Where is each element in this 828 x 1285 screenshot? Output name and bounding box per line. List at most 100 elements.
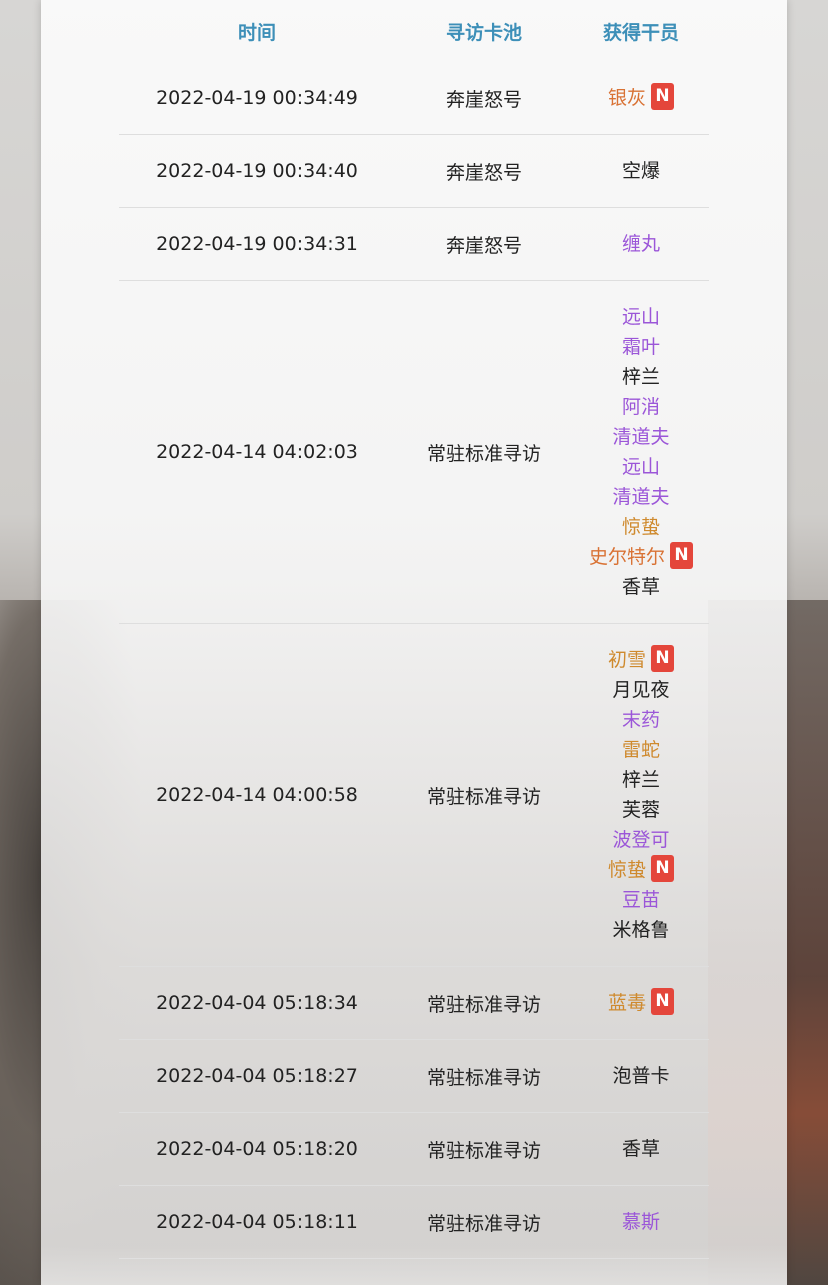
operator-name: 阿消: [621, 396, 660, 418]
operator-entry: 远山: [622, 302, 660, 332]
table-row: 2022-04-19 00:34:31 奔崖怒号 缠丸: [119, 208, 709, 281]
header-time: 时间: [237, 21, 276, 44]
operator-name: 梓兰: [621, 769, 660, 791]
cell-operators: 泡普卡: [573, 1061, 709, 1091]
operator-entry: 梓兰: [622, 765, 660, 795]
operator-name: 史尔特尔: [588, 546, 665, 568]
operator-name: 慕斯: [621, 1211, 660, 1233]
operator-entry: 蓝毒 N: [608, 988, 674, 1018]
operator-name: 空爆: [621, 160, 660, 182]
operator-entry: 波登可: [612, 825, 669, 855]
cell-time: 2022-04-14 04:02:03: [156, 441, 358, 463]
operator-name: 香草: [621, 576, 660, 598]
new-badge: N: [651, 855, 674, 882]
table-header: 时间 寻访卡池 获得干员: [119, 0, 709, 62]
cell-operators: 香草: [573, 1134, 709, 1164]
operator-entry: 月见夜: [612, 675, 669, 705]
operator-name: 月见夜: [612, 679, 670, 701]
operator-entry: 梓兰: [622, 362, 660, 392]
operator-entry: 阿消: [622, 392, 660, 422]
cell-time: 2022-04-19 00:34:49: [156, 87, 358, 109]
header-operator: 获得干员: [602, 21, 679, 44]
operator-name: 清道夫: [612, 426, 670, 448]
cell-pool: 常驻标准寻访: [426, 1139, 541, 1162]
cell-time: 2022-04-04 05:18:27: [156, 1065, 358, 1087]
gacha-history-table: 时间 寻访卡池 获得干员 2022-04-19 00:34:49 奔崖怒号 银灰 N 2…: [119, 0, 709, 1285]
header-pool: 寻访卡池: [445, 21, 522, 44]
cell-pool: 常驻标准寻访: [426, 785, 541, 808]
table-row: 2022-04-14 04:02:03 常驻标准寻访 远山 霜叶 梓兰 阿消 清道夫 远山 清道…: [119, 281, 709, 624]
new-badge: N: [651, 83, 674, 110]
operator-name: 雷蛇: [621, 739, 660, 761]
cell-operators: 初雪 N 月见夜 末药 雷蛇 梓兰 芙蓉 波登可 惊蛰 N 豆苗 米格鲁: [573, 645, 709, 945]
operator-entry: 米格鲁: [612, 915, 669, 945]
table-row: 2022-04-04 05:18:34 常驻标准寻访 蓝毒 N: [119, 967, 709, 1040]
operator-entry: 远山: [622, 452, 660, 482]
cell-operators: 空爆: [573, 156, 709, 186]
operator-name: 末药: [621, 709, 660, 731]
cell-pool: 奔崖怒号: [445, 88, 522, 111]
cell-operators: 古米: [573, 1280, 709, 1285]
cell-pool: 常驻标准寻访: [426, 993, 541, 1016]
operator-entry: 银灰 N: [608, 83, 674, 113]
cell-time: 2022-04-19 00:34:40: [156, 160, 358, 182]
cell-pool: 常驻标准寻访: [426, 1066, 541, 1089]
operator-name: 古米: [622, 1280, 660, 1285]
gacha-history-panel: 时间 寻访卡池 获得干员 2022-04-19 00:34:49 奔崖怒号 银灰 N 2…: [41, 0, 787, 1285]
operator-name: 芙蓉: [621, 799, 660, 821]
operator-entry: 清道夫: [612, 482, 669, 512]
operator-entry: 初雪 N: [608, 645, 674, 675]
operator-name: 初雪: [607, 649, 646, 671]
operator-entry: 末药: [622, 705, 660, 735]
table-row: 2022-04-04 05:18:27 常驻标准寻访 泡普卡: [119, 1040, 709, 1113]
operator-name: 缠丸: [621, 233, 660, 255]
operator-entry: 慕斯: [622, 1207, 660, 1237]
operator-entry: 雷蛇: [622, 735, 660, 765]
operator-entry: 古米: [622, 1280, 660, 1285]
operator-name: 霜叶: [621, 336, 660, 358]
cell-pool: 奔崖怒号: [445, 234, 522, 257]
operator-entry: 芙蓉: [622, 795, 660, 825]
cell-operators: 缠丸: [573, 229, 709, 259]
new-badge: N: [670, 542, 693, 569]
cell-pool: 常驻标准寻访: [426, 442, 541, 465]
cell-time: 2022-04-04 05:18:11: [156, 1211, 358, 1233]
cell-operators: 远山 霜叶 梓兰 阿消 清道夫 远山 清道夫 惊蛰 史尔特尔 N 香草: [573, 302, 709, 602]
operator-entry: 霜叶: [622, 332, 660, 362]
cell-pool: 奔崖怒号: [445, 161, 522, 184]
operator-entry: 惊蛰: [622, 512, 660, 542]
table-row: 2022-04-04 05:18:05常驻标准寻访古米: [119, 1259, 709, 1285]
cell-time: 2022-04-04 05:18:34: [156, 992, 358, 1014]
operator-entry: 泡普卡: [612, 1061, 669, 1091]
operator-name: 豆苗: [621, 889, 660, 911]
cell-operators: 蓝毒 N: [573, 988, 709, 1018]
table-body: 2022-04-19 00:34:49 奔崖怒号 银灰 N 2022-04-19 00:…: [119, 62, 709, 1285]
operator-entry: 空爆: [622, 156, 660, 186]
cell-pool: 常驻标准寻访: [395, 1282, 573, 1285]
operator-entry: 缠丸: [622, 229, 660, 259]
operator-name: 银灰: [607, 87, 646, 109]
cell-pool: 常驻标准寻访: [426, 1212, 541, 1235]
cell-time: 2022-04-19 00:34:31: [156, 233, 358, 255]
operator-name: 梓兰: [621, 366, 660, 388]
table-row: 2022-04-14 04:00:58 常驻标准寻访 初雪 N 月见夜 末药 雷蛇 梓兰 芙蓉波…: [119, 624, 709, 967]
operator-name: 波登可: [612, 829, 670, 851]
new-badge: N: [651, 988, 674, 1015]
cell-operators: 银灰 N: [573, 83, 709, 113]
cell-time: 2022-04-14 04:00:58: [156, 784, 358, 806]
table-row: 2022-04-04 05:18:11 常驻标准寻访 慕斯: [119, 1186, 709, 1259]
operator-entry: 惊蛰 N: [608, 855, 674, 885]
cell-operators: 慕斯: [573, 1207, 709, 1237]
operator-name: 惊蛰: [621, 516, 660, 538]
operator-entry: 香草: [622, 1134, 660, 1164]
operator-name: 米格鲁: [612, 919, 670, 941]
operator-name: 清道夫: [612, 486, 670, 508]
new-badge: N: [651, 645, 674, 672]
operator-name: 惊蛰: [607, 859, 646, 881]
operator-name: 香草: [621, 1138, 660, 1160]
operator-entry: 史尔特尔 N: [589, 542, 693, 572]
operator-name: 远山: [621, 456, 660, 478]
table-row: 2022-04-19 00:34:40 奔崖怒号 空爆: [119, 135, 709, 208]
operator-name: 远山: [621, 306, 660, 328]
operator-name: 蓝毒: [607, 992, 646, 1014]
